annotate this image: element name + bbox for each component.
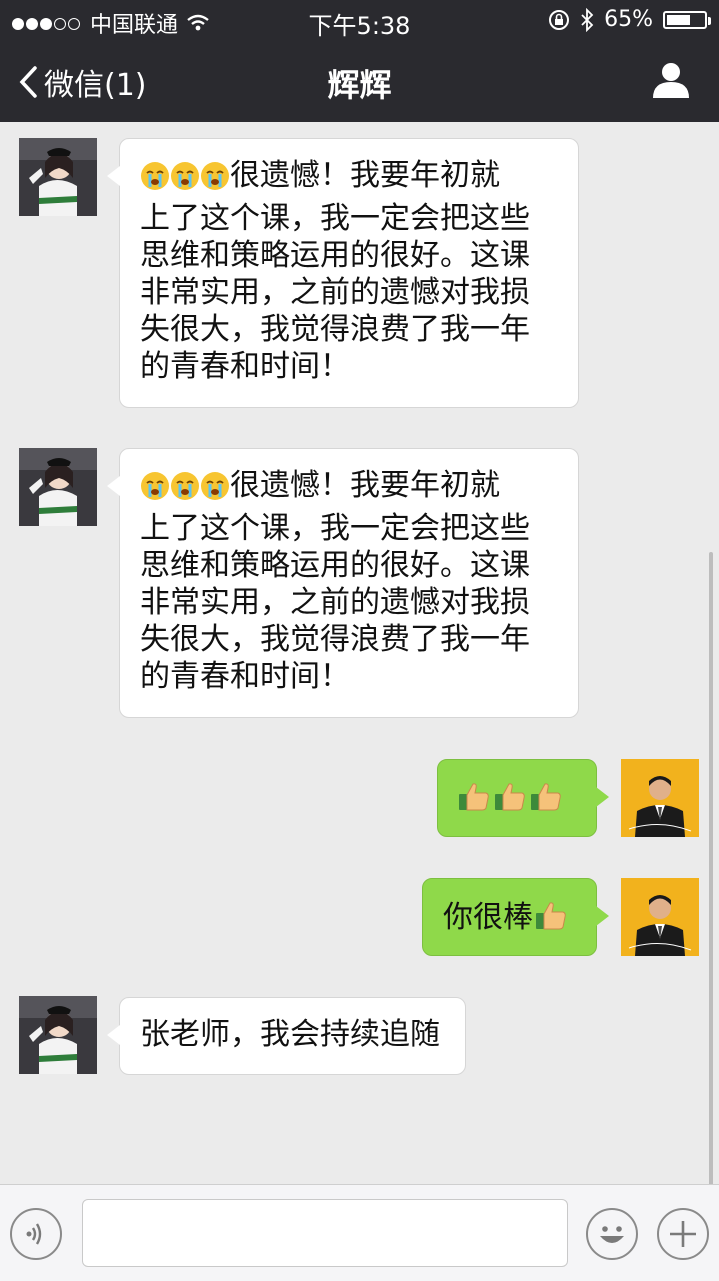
page-title: 辉辉 [327,66,392,104]
plus-icon [670,1221,696,1247]
crying-face-icon [170,161,200,200]
message-bubble-outgoing[interactable] [437,759,609,837]
nav-bar: 微信(1) 辉辉 [0,40,719,122]
avatar-photo-icon [621,878,699,956]
crying-face-icon [170,471,200,510]
message-text-line: 非常实用，之前的遗憾对我损 [140,275,530,310]
message-text-line: 思维和策略运用的很好。这课 [140,548,530,583]
message-text: 很遗憾！我要年初就 [230,158,500,193]
message-input[interactable] [82,1199,568,1267]
message-text-line: 的青春和时间！ [140,659,350,694]
avatar[interactable] [19,138,97,216]
input-bar [0,1184,719,1281]
message-text-line: 失很大，我觉得浪费了我一年 [140,622,530,657]
thumbs-up-icon [528,778,564,823]
crying-face-icon [200,471,230,510]
message-text: 很遗憾！我要年初就 [230,468,500,503]
voice-toggle-button[interactable] [10,1208,62,1260]
crying-face-icon [140,471,170,510]
avatar-photo-icon [19,448,97,526]
message-text-line: 思维和策略运用的很好。这课 [140,238,530,273]
avatar[interactable] [19,996,97,1074]
thumbs-up-icon [533,897,569,942]
avatar[interactable] [621,759,699,837]
status-bar: 中国联通 下午5:38 65% [0,0,719,40]
chat-area[interactable]: 很遗憾！我要年初就 上了这个课，我一定会把这些 思维和策略运用的很好。这课 非常… [0,122,719,1272]
message-text: 你很棒 [443,900,533,935]
thumbs-up-icon [492,778,528,823]
message-text-line: 非常实用，之前的遗憾对我损 [140,585,530,620]
voice-icon [26,1223,42,1245]
crying-face-icon [140,161,170,200]
avatar-photo-icon [19,996,97,1074]
message-text: 张老师，我会持续追随 [140,1017,440,1052]
smiley-icon [600,1226,624,1243]
avatar[interactable] [19,448,97,526]
message-text-line: 上了这个课，我一定会把这些 [140,511,530,546]
crying-face-icon [200,161,230,200]
message-bubble-incoming[interactable]: 很遗憾！我要年初就 上了这个课，我一定会把这些 思维和策略运用的很好。这课 非常… [107,138,579,408]
message-text-line: 的青春和时间！ [140,349,350,384]
bluetooth-icon [581,7,594,32]
battery-icon [663,10,711,29]
avatar-photo-icon [19,138,97,216]
message-bubble-outgoing[interactable]: 你很棒 [422,878,609,956]
contact-info-icon[interactable] [651,60,691,100]
thumbs-up-icon [456,778,492,823]
emoji-button[interactable] [586,1208,638,1260]
scrollbar[interactable] [709,552,713,1272]
avatar[interactable] [621,878,699,956]
message-text-line: 上了这个课，我一定会把这些 [140,201,530,236]
rotation-lock-icon [549,9,570,30]
message-bubble-incoming[interactable]: 很遗憾！我要年初就 上了这个课，我一定会把这些 思维和策略运用的很好。这课 非常… [107,448,579,718]
message-bubble-incoming[interactable]: 张老师，我会持续追随 [107,997,466,1075]
battery-percent: 65% [604,7,653,32]
more-button[interactable] [657,1208,709,1260]
avatar-photo-icon [621,759,699,837]
message-text-line: 失很大，我觉得浪费了我一年 [140,312,530,347]
